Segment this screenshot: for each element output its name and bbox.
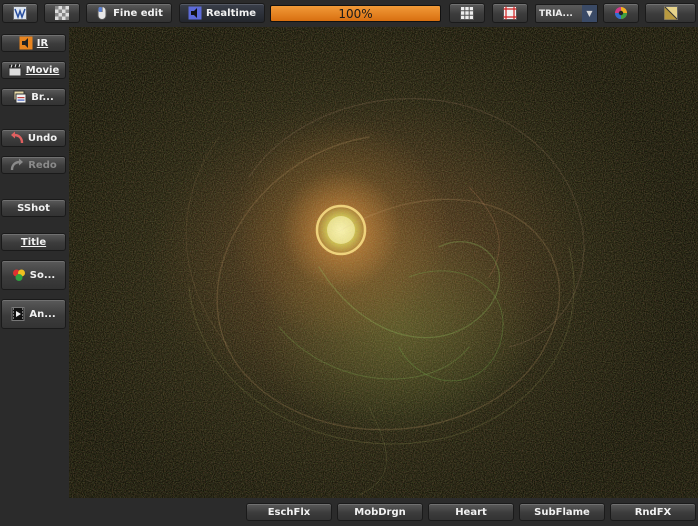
script-button-eschflx[interactable]: EschFlx	[246, 503, 332, 521]
title-button[interactable]: Title	[1, 233, 66, 251]
redo-label: Redo	[28, 159, 57, 171]
realtime-button[interactable]: Realtime	[179, 3, 265, 23]
film-play-icon	[11, 307, 25, 321]
title-label: Title	[20, 236, 47, 248]
grid-toggle-button[interactable]	[449, 3, 485, 23]
solid-label: So...	[29, 269, 56, 281]
mouse-icon	[97, 6, 107, 20]
redo-icon	[11, 158, 24, 171]
render-mode-value: TRIA...	[539, 8, 573, 19]
solid-button[interactable]: So...	[1, 260, 66, 290]
script-button-rndfx[interactable]: RndFX	[610, 503, 696, 521]
ir-button[interactable]: IR	[1, 34, 66, 52]
animation-label: An...	[29, 308, 56, 320]
top-toolbar: Fine edit Realtime 100% TRIA... ▼	[0, 0, 698, 27]
gradient-icon	[663, 6, 678, 20]
transparency-toggle-button[interactable]	[44, 3, 80, 23]
fine-edit-button[interactable]: Fine edit	[86, 3, 172, 23]
flame-swirls	[185, 98, 585, 496]
script-button-label: MobDrgn	[354, 506, 406, 518]
script-button-label: SubFlame	[534, 506, 590, 518]
screenshot-button[interactable]: SShot	[1, 199, 66, 217]
script-button-label: Heart	[455, 506, 487, 518]
undo-button[interactable]: Undo	[1, 129, 66, 147]
speaker-icon	[188, 6, 202, 20]
batch-label: Br...	[31, 91, 54, 103]
render-progress-bar: 100%	[270, 5, 441, 22]
movie-label: Movie	[25, 64, 60, 76]
chevron-down-icon: ▼	[582, 5, 597, 22]
undo-icon	[10, 131, 24, 144]
color-wheel-icon	[615, 7, 627, 19]
batch-images-icon	[13, 90, 27, 104]
script-button-mobdrgn[interactable]: MobDrgn	[337, 503, 423, 521]
speaker-icon	[19, 36, 33, 50]
script-button-subflame[interactable]: SubFlame	[519, 503, 605, 521]
script-button-label: RndFX	[634, 506, 672, 518]
script-button-heart[interactable]: Heart	[428, 503, 514, 521]
crop-frame-button[interactable]	[492, 3, 528, 23]
script-button-label: EschFlx	[267, 506, 311, 518]
transparency-grid-icon	[55, 6, 69, 20]
movie-button[interactable]: Movie	[1, 61, 66, 79]
left-sidebar: IR Movie Br... Undo Redo SShot Title So.…	[0, 27, 69, 498]
redo-button[interactable]: Redo	[1, 156, 66, 174]
progress-text: 100%	[338, 6, 373, 21]
clapperboard-icon	[8, 63, 22, 77]
grid-icon	[460, 6, 474, 20]
flame-preview-canvas[interactable]	[69, 27, 698, 498]
render-mode-select[interactable]: TRIA... ▼	[535, 4, 598, 23]
gradient-button[interactable]	[645, 3, 696, 23]
fine-edit-label: Fine edit	[113, 7, 163, 19]
color-palette-button[interactable]	[603, 3, 639, 23]
undo-label: Undo	[27, 132, 58, 144]
batch-button[interactable]: Br...	[1, 88, 66, 106]
ir-label: IR	[36, 37, 49, 49]
random-flame-icon	[13, 6, 27, 20]
random-flame-button[interactable]	[2, 3, 38, 23]
crop-frame-icon	[503, 6, 517, 20]
sshot-label: SShot	[17, 202, 50, 214]
animation-button[interactable]: An...	[1, 299, 66, 329]
bottom-script-bar: EschFlx MobDrgn Heart SubFlame RndFX	[0, 498, 698, 526]
realtime-label: Realtime	[205, 7, 257, 19]
color-cubes-icon	[12, 269, 25, 281]
